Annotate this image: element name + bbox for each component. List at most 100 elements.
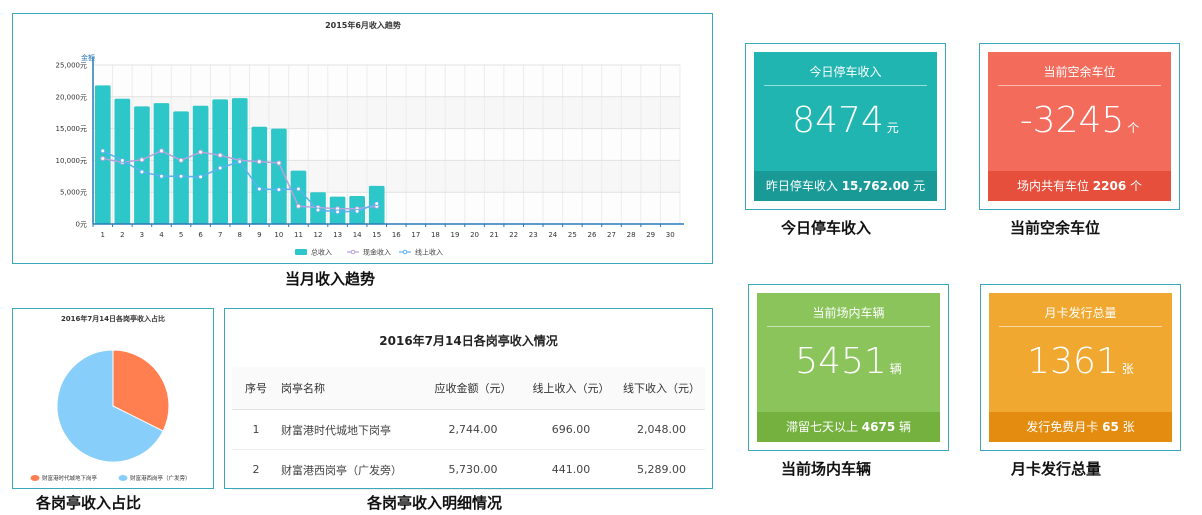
y-tick-label: 5,000元	[60, 189, 87, 197]
kpi-footer-unit: 元	[913, 179, 926, 193]
kpi-number: 8474	[792, 100, 884, 141]
kpi-title: 当前场内车辆	[812, 306, 885, 320]
booth-detail-caption: 各岗亭收入明细情况	[367, 494, 503, 512]
x-tick-label: 23	[529, 231, 538, 239]
kpi-divider	[999, 326, 1162, 327]
kpi-footer-unit: 辆	[899, 420, 912, 434]
bar-total-income	[134, 106, 150, 224]
y-tick-label: 0元	[76, 221, 87, 229]
x-tick-label: 8	[238, 231, 242, 239]
legend-swatch-total-income	[295, 249, 307, 255]
x-tick-label: 25	[568, 231, 577, 239]
trend-chart-title: 2015年6月收入趋势	[325, 20, 401, 30]
kpi-free-spaces-caption: 当前空余车位	[1010, 219, 1101, 237]
point-cash-income	[256, 159, 262, 165]
cell-receivable: 2,744.00	[422, 409, 524, 450]
kpi-footer-label: 场内共有车位	[1016, 179, 1089, 193]
legend-label: 财富港时代城地下岗亭	[42, 474, 98, 482]
pie-chart-title: 2016年7月14日各岗亭收入占比	[61, 314, 165, 323]
booth-share-caption: 各岗亭收入占比	[36, 494, 142, 512]
point-online-income	[158, 173, 164, 179]
legend-label: 财富港西岗亭（广发旁）	[130, 474, 191, 482]
cell-booth: 财富港时代城地下岗亭	[280, 409, 422, 450]
point-online-income	[100, 148, 106, 154]
income-trend-panel: 2015年6月收入趋势 金额 0元 5,000元 10,000元 15,000元 20,…	[12, 13, 713, 264]
x-tick-label: 2	[120, 231, 124, 239]
x-tick-label: 28	[627, 231, 636, 239]
point-online-income	[217, 165, 223, 171]
booth-table-title: 2016年7月14日各岗亭收入情况	[379, 334, 558, 348]
kpi-divider	[764, 85, 927, 86]
point-cash-income	[139, 157, 145, 163]
bar-total-income	[212, 99, 229, 224]
income-trend-caption: 当月收入趋势	[285, 270, 376, 288]
kpi-footer-value: 4675	[861, 420, 896, 434]
bar-total-income	[192, 105, 209, 224]
table-header-row: 序号 岗亭名称 应收金额（元） 线上收入（元） 线下收入（元）	[232, 367, 705, 410]
kpi-title: 今日停车收入	[809, 65, 882, 79]
point-online-income	[119, 157, 125, 163]
cell-receivable: 5,730.00	[422, 449, 524, 490]
kpi-unit: 元	[886, 121, 899, 135]
x-tick-label: 9	[257, 231, 261, 239]
point-online-income	[315, 207, 321, 213]
legend-label: 线上收入	[415, 248, 443, 257]
kpi-vehicles-card[interactable]: 当前场内车辆 5451 辆 滞留七天以上 4675 辆	[757, 293, 940, 442]
kpi-footer-label: 滞留七天以上	[785, 420, 858, 434]
bar-total-income	[173, 111, 189, 224]
kpi-number: -3245	[1019, 100, 1125, 141]
x-tick-label: 24	[548, 231, 557, 239]
table-row[interactable]: 2 财富港西岗亭（广发旁） 5,730.00 441.00 5,289.00	[232, 449, 705, 490]
kpi-unit: 张	[1121, 362, 1134, 376]
kpi-monthly-cards-card[interactable]: 月卡发行总量 1361 张 发行免费月卡 65 张	[989, 293, 1172, 442]
kpi-unit: 辆	[889, 362, 902, 376]
kpi-divider	[998, 85, 1161, 86]
table-row[interactable]: 1 财富港时代城地下岗亭 2,744.00 696.00 2,048.00	[232, 409, 705, 450]
bar-total-income	[251, 126, 268, 224]
legend-label: 总收入	[311, 248, 332, 257]
kpi-vehicles-frame: 当前场内车辆 5451 辆 滞留七天以上 4675 辆	[748, 284, 949, 451]
kpi-today-income-card[interactable]: 今日停车收入 8474 元 昨日停车收入 15,762.00 元	[754, 52, 937, 201]
bar-total-income	[94, 85, 111, 225]
kpi-footer-value: 65	[1102, 420, 1119, 434]
col-header-index[interactable]: 序号	[232, 367, 280, 410]
col-header-booth[interactable]: 岗亭名称	[280, 367, 422, 410]
kpi-free-spaces-card[interactable]: 当前空余车位 -3245 个 场内共有车位 2206 个	[988, 52, 1171, 201]
y-tick-label: 10,000元	[56, 157, 88, 165]
x-tick-label: 14	[353, 231, 362, 239]
point-online-income	[276, 187, 282, 193]
x-tick-label: 11	[294, 231, 303, 239]
bar-total-income	[153, 103, 170, 224]
y-tick-label: 20,000元	[56, 93, 88, 101]
point-cash-income	[217, 152, 223, 158]
col-header-online[interactable]: 线上收入（元）	[524, 367, 618, 410]
col-header-receivable[interactable]: 应收金额（元）	[422, 367, 524, 410]
kpi-vehicles-caption: 当前场内车辆	[781, 460, 872, 478]
point-online-income	[354, 208, 360, 214]
x-tick-label: 12	[314, 231, 323, 239]
kpi-footer-value: 2206	[1092, 179, 1127, 193]
kpi-title: 月卡发行总量	[1044, 306, 1117, 320]
kpi-value: -3245 个	[988, 100, 1171, 141]
kpi-footer-unit: 张	[1122, 420, 1135, 434]
booth-income-table-panel: 2016年7月14日各岗亭收入情况 序号 岗亭名称 应收金额（元） 线上收入（元…	[224, 308, 713, 490]
kpi-footer-label: 发行免费月卡	[1026, 420, 1099, 434]
legend-swatch-point	[402, 249, 408, 255]
x-tick-label: 10	[274, 231, 283, 239]
kpi-title: 当前空余车位	[1043, 65, 1116, 79]
col-header-offline[interactable]: 线下收入（元）	[618, 367, 705, 410]
kpi-today-income-frame: 今日停车收入 8474 元 昨日停车收入 15,762.00 元	[745, 43, 946, 210]
x-tick-label: 27	[607, 231, 616, 239]
kpi-value: 1361 张	[989, 341, 1172, 382]
y-tick-label: 15,000元	[56, 125, 88, 133]
kpi-number: 5451	[795, 341, 887, 382]
point-cash-income	[198, 149, 204, 155]
kpi-value: 8474 元	[754, 100, 937, 141]
x-tick-label: 29	[646, 231, 655, 239]
kpi-free-spaces-frame: 当前空余车位 -3245 个 场内共有车位 2206 个	[979, 43, 1180, 210]
kpi-footer: 滞留七天以上 4675 辆	[757, 412, 940, 442]
bar-total-income	[290, 170, 307, 224]
legend-swatch	[118, 475, 128, 481]
booth-income-table: 序号 岗亭名称 应收金额（元） 线上收入（元） 线下收入（元） 1 财富港时代城…	[232, 367, 705, 490]
point-cash-income	[158, 148, 164, 154]
